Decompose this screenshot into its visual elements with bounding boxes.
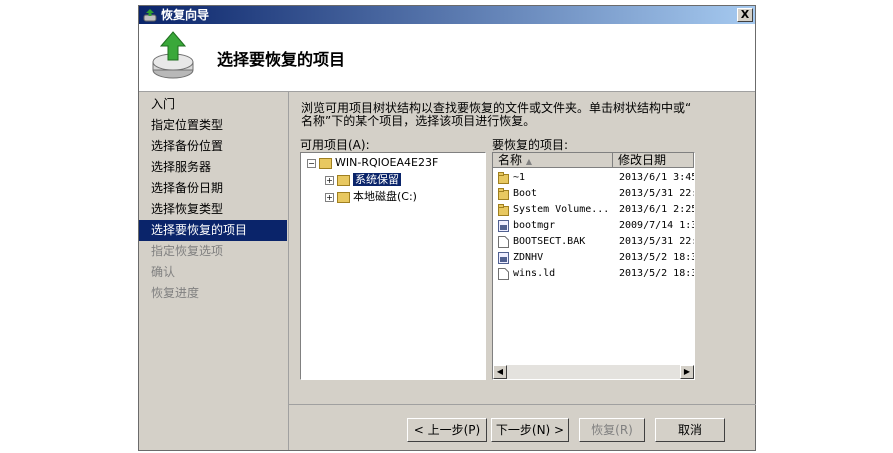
list-item[interactable]: ~1 2013/6/1 3:45 [493,170,694,186]
list-item-name: Boot [513,188,538,199]
nav-step-select-server[interactable]: 选择服务器 [139,157,287,178]
expand-icon[interactable]: + [325,175,334,185]
list-item[interactable]: BOOTSECT.BAK 2013/5/31 22: [493,234,694,250]
button-area-divider [289,404,756,405]
nav-step-location-type[interactable]: 指定位置类型 [139,115,287,136]
close-button[interactable]: X [737,8,753,22]
list-item-name: wins.ld [513,268,556,279]
list-item[interactable]: System Volume... 2013/6/1 2:25 [493,202,694,218]
list-item-name: bootmgr [513,220,556,231]
list-header: 名称 ▲ 修改日期 [493,153,694,168]
restore-button: 恢复(R) [579,418,645,442]
list-item-name: ZDNHV [513,252,544,263]
tree-node-system-reserved[interactable]: + 系统保留 [325,172,401,188]
backup-restore-icon [152,31,194,79]
folder-icon [337,191,350,203]
system-file-icon [498,252,509,264]
wizard-steps-nav: 入门 指定位置类型 选择备份位置 选择服务器 选择备份日期 选择恢复类型 选择要… [139,94,287,304]
list-item-name: BOOTSECT.BAK [513,236,586,247]
file-icon [498,236,509,248]
folder-icon [337,174,350,186]
list-item-date: 2013/5/31 22: [619,236,695,247]
list-item[interactable]: ZDNHV 2013/5/2 18:3 [493,250,694,266]
list-item-name: ~1 [513,172,526,183]
list-item-date: 2013/5/2 18:3 [619,268,695,279]
items-to-restore-label: 要恢复的项目: [492,138,569,152]
nav-step-recovery-options: 指定恢复选项 [151,244,224,258]
expand-icon[interactable]: + [325,192,334,202]
list-item-name: System Volume... [513,204,610,215]
folder-icon [498,204,509,216]
folder-icon [498,172,509,184]
items-to-restore-list[interactable]: 名称 ▲ 修改日期 ~1 2013/6/1 3:45 Boot 2013/5/31 2… [492,152,695,380]
list-item-date: 2013/6/1 2:25 [619,204,695,215]
wizard-header: 选择要恢复的项目 [139,24,755,92]
nav-step-progress: 恢复进度 [151,286,200,300]
list-item[interactable]: Boot 2013/5/31 22: [493,186,694,202]
collapse-icon[interactable]: − [307,158,316,168]
column-header-name[interactable]: 名称 ▲ [493,153,613,168]
scroll-right-icon[interactable]: ▶ [680,365,694,379]
nav-step-recovery-type[interactable]: 选择恢复类型 [139,199,287,220]
page-title: 选择要恢复的项目 [217,50,346,69]
column-header-date[interactable]: 修改日期 [613,153,694,168]
nav-step-select-items[interactable]: 选择要恢复的项目 [139,220,287,241]
horizontal-scrollbar[interactable]: ◀ ▶ [493,365,694,379]
wizard-main-panel: 浏览可用项目树状结构以查找要恢复的文件或文件夹。单击树状结构中或“ 名称”下的某… [288,92,756,450]
nav-step-backup-location[interactable]: 选择备份位置 [139,136,287,157]
list-item[interactable]: bootmgr 2009/7/14 1:3 [493,218,694,234]
cancel-button[interactable]: 取消 [655,418,725,442]
instructions-text: 浏览可用项目树状结构以查找要恢复的文件或文件夹。单击树状结构中或“ 名称”下的某… [301,102,746,128]
title-bar: 恢复向导 X [139,6,755,24]
list-item-date: 2013/5/31 22: [619,188,695,199]
scroll-left-icon[interactable]: ◀ [493,365,507,379]
folder-icon [498,188,509,200]
list-item-date: 2009/7/14 1:3 [619,220,695,231]
tree-root-label: WIN-RQIOEA4E23F [335,156,439,169]
tree-node-local-disk[interactable]: + 本地磁盘(C:) [325,189,417,205]
system-file-icon [498,220,509,232]
nav-step-getting-started[interactable]: 入门 [139,94,287,115]
server-folder-icon [319,157,332,169]
tree-node-label: 本地磁盘(C:) [353,190,417,203]
tree-node-label-selected: 系统保留 [353,173,401,186]
available-items-label: 可用项目(A): [300,138,370,152]
instructions-line-2: 名称”下的某个项目，选择该项目进行恢复。 [301,114,536,128]
tree-root-node[interactable]: − WIN-RQIOEA4E23F [307,155,438,171]
nav-step-confirm: 确认 [151,265,176,279]
next-button[interactable]: 下一步(N) > [491,418,569,442]
list-item-date: 2013/6/1 3:45 [619,172,695,183]
back-button[interactable]: < 上一步(P) [407,418,487,442]
wizard-app-icon [143,9,157,22]
restore-wizard-window: 恢复向导 X 选择要恢复的项目 入门 指定位置类型 选择备份位置 选择服务器 选… [138,5,756,451]
file-icon [498,268,509,280]
available-items-tree[interactable]: − WIN-RQIOEA4E23F + 系统保留 + 本地磁盘(C:) [300,152,486,380]
nav-step-backup-date[interactable]: 选择备份日期 [139,178,287,199]
list-item-date: 2013/5/2 18:3 [619,252,695,263]
list-item[interactable]: wins.ld 2013/5/2 18:3 [493,266,694,282]
window-title: 恢复向导 [161,8,210,22]
